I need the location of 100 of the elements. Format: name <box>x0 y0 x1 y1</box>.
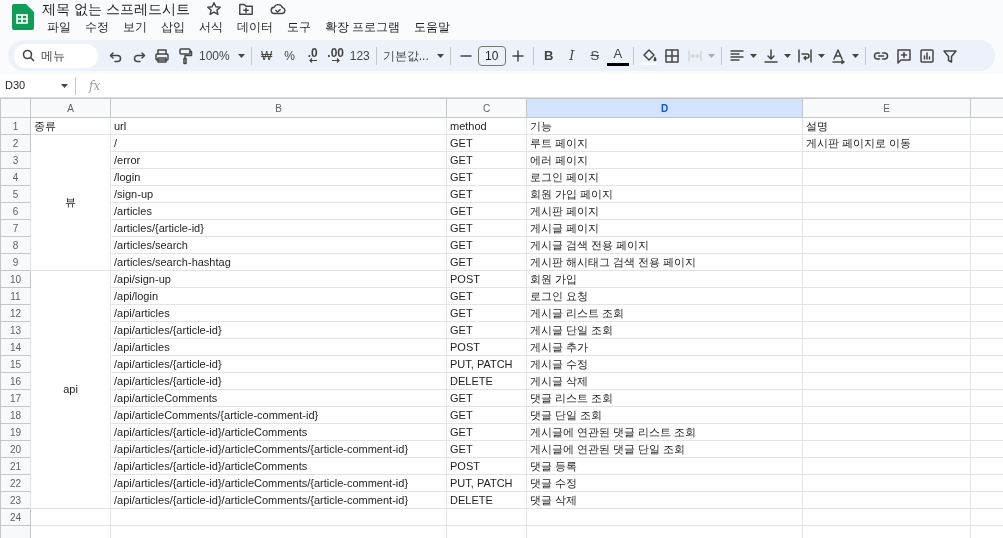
table-cell: /api/articles <box>110 304 447 322</box>
table-cell: 게시글 수정 <box>526 355 803 373</box>
table-cell: 게시글 리스트 조회 <box>526 304 803 322</box>
star-icon[interactable] <box>205 1 222 17</box>
menu-search-field[interactable]: 메뉴 <box>14 43 98 68</box>
table-cell: DELETE <box>446 372 527 390</box>
caret-icon <box>61 83 68 88</box>
table-cell: GET <box>446 253 527 271</box>
text-rotate-icon <box>829 46 848 65</box>
text-color-button[interactable]: A <box>606 45 629 66</box>
table-cell: /articles/search-hashtag <box>110 253 447 271</box>
table-cell: 종류 <box>30 117 111 135</box>
document-title[interactable]: 제목 없는 스프레드시트 <box>42 1 190 17</box>
table-cell: GET <box>446 151 527 169</box>
column-header[interactable]: D <box>526 98 803 118</box>
table-cell: 게시글에 연관된 댓글 리스트 조회 <box>526 423 803 441</box>
caret-icon <box>851 53 859 58</box>
paint-roller-icon <box>176 46 194 65</box>
table-cell: GET <box>446 219 527 237</box>
caret-icon <box>436 53 444 58</box>
column-header[interactable]: B <box>110 98 447 118</box>
menu-item[interactable]: 보기 <box>118 17 152 37</box>
column-header[interactable]: E <box>802 98 971 118</box>
table-cell: GET <box>446 185 527 203</box>
column-header[interactable]: C <box>446 98 527 118</box>
table-cell: DELETE <box>446 491 527 509</box>
table-cell: /api/articles/{article-id} <box>110 321 447 339</box>
table-cell: 게시판 페이지 <box>526 202 803 220</box>
table-cell: POST <box>446 270 527 288</box>
table-cell: 댓글 단일 조회 <box>526 406 803 424</box>
table-cell: /api/sign-up <box>110 270 447 288</box>
caret-icon <box>707 53 715 58</box>
minus-icon <box>459 54 472 57</box>
font-size-field[interactable]: 10 <box>477 45 506 66</box>
print-icon <box>153 46 171 65</box>
dropdown-button[interactable]: 100% <box>197 43 247 68</box>
table-cell: / <box>110 134 447 152</box>
table-cell: /api/articleComments/{article-comment-id} <box>110 406 447 424</box>
table-cell: 로그인 요청 <box>526 287 803 305</box>
format-button[interactable]: ₩ <box>255 43 278 68</box>
table-cell: 회원 가입 페이지 <box>526 185 803 203</box>
dropdown-button[interactable]: 기본값... <box>380 43 446 68</box>
strikethrough-button[interactable]: S <box>583 43 606 68</box>
text-wrap-icon <box>795 46 814 65</box>
table-cell: 게시글 페이지 <box>526 219 803 237</box>
table-cell: /sign-up <box>110 185 447 203</box>
format-button[interactable]: 123 <box>347 43 372 68</box>
menu-item[interactable]: 서식 <box>194 17 228 37</box>
table-cell: /api/articles/{article-id}/articleComments/{article-comment-id} <box>110 474 447 492</box>
menu-item[interactable]: 파일 <box>42 17 76 37</box>
table-cell: /api/login <box>110 287 447 305</box>
bold-button[interactable]: B <box>537 43 560 68</box>
formula-label: fx <box>87 77 102 95</box>
table-cell: 게시판 페이지로 이동 <box>802 134 971 152</box>
menu-item[interactable]: 삽입 <box>156 17 190 37</box>
decimal-button[interactable]: .0 <box>301 43 324 68</box>
menu-item[interactable]: 수정 <box>80 17 114 37</box>
align-bottom-icon <box>761 46 780 65</box>
table-cell: method <box>446 117 527 135</box>
menu-item[interactable]: 데이터 <box>232 17 278 37</box>
table-cell: 게시글 삭제 <box>526 372 803 390</box>
table-cell: /api/articleComments <box>110 389 447 407</box>
borders-icon <box>662 46 681 65</box>
italic-button[interactable]: I <box>560 43 583 68</box>
table-cell: 댓글 삭제 <box>526 491 803 509</box>
cloud-icon[interactable] <box>269 1 286 17</box>
menu-item[interactable]: 확장 프로그램 <box>320 17 406 37</box>
folder-icon[interactable] <box>237 1 254 17</box>
table-cell: 댓글 등록 <box>526 457 803 475</box>
table-cell: 게시글 추가 <box>526 338 803 356</box>
table-cell: GET <box>446 406 527 424</box>
table-cell: GET <box>446 202 527 220</box>
decimal-button[interactable]: .00 <box>324 43 347 68</box>
table-cell: GET <box>446 236 527 254</box>
chart-icon <box>917 46 936 65</box>
table-cell: /login <box>110 168 447 186</box>
table-cell: /api/articles/{article-id}/articleComments/{article-comment-id} <box>110 440 447 458</box>
spreadsheet-logo-icon[interactable] <box>10 4 34 30</box>
table-cell: /articles <box>110 202 447 220</box>
table-cell: GET <box>446 423 527 441</box>
table-cell: /api/articles/{article-id}/articleComments/{article-comment-id} <box>110 491 447 509</box>
table-cell: /api/articles/{article-id} <box>110 355 447 373</box>
column-header[interactable]: A <box>30 98 111 118</box>
menu-item[interactable]: 도구 <box>282 17 316 37</box>
table-cell: GET <box>446 304 527 322</box>
caret-icon <box>237 53 245 58</box>
menu-item[interactable]: 도움말 <box>409 17 456 37</box>
arrow-icon <box>307 58 318 63</box>
table-cell: 설명 <box>802 117 971 135</box>
table-cell: 회원 가입 <box>526 270 803 288</box>
table-cell: 게시판 해시태그 검색 전용 페이지 <box>526 253 803 271</box>
table-cell: 루트 페이지 <box>526 134 803 152</box>
table-cell: 게시글에 연관된 댓글 단일 조회 <box>526 440 803 458</box>
table-cell: 로그인 페이지 <box>526 168 803 186</box>
name-box[interactable]: D30 <box>0 74 72 97</box>
table-cell: 기능 <box>526 117 803 135</box>
format-button[interactable]: % <box>278 43 301 68</box>
table-cell: 댓글 리스트 조회 <box>526 389 803 407</box>
table-cell: PUT, PATCH <box>446 355 527 373</box>
table-cell: /error <box>110 151 447 169</box>
